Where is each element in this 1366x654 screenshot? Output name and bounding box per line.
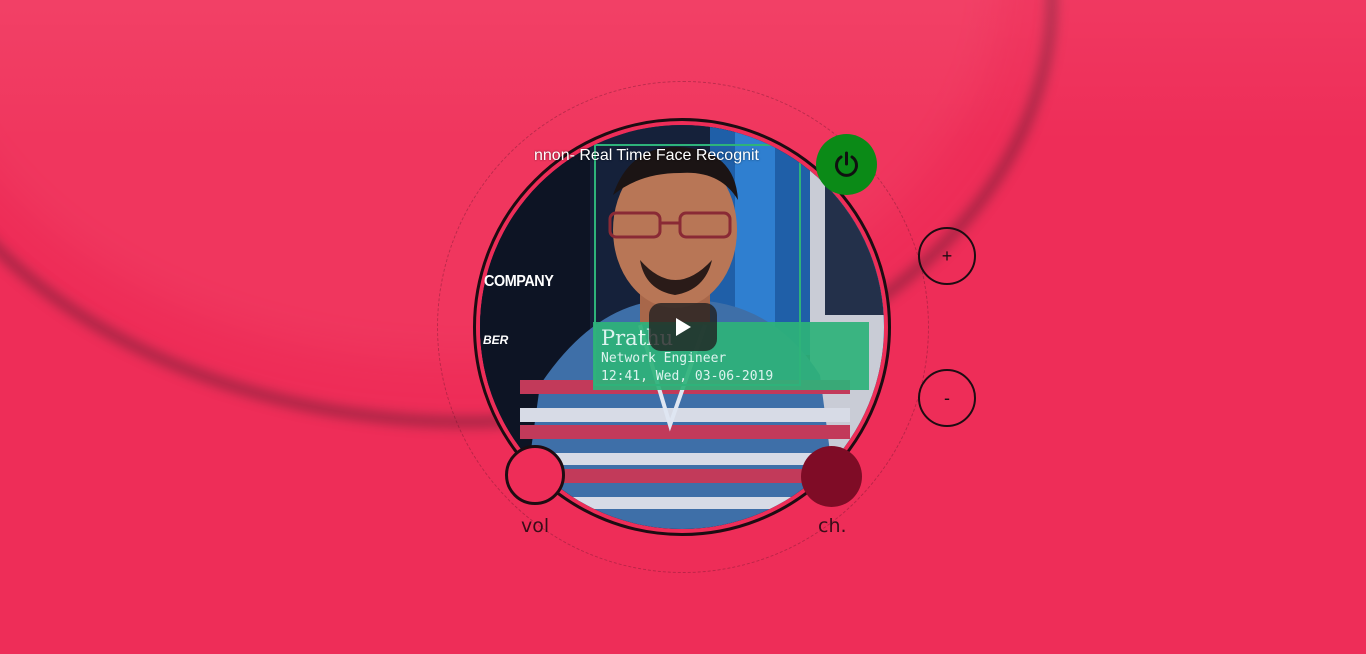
- play-icon: [676, 318, 691, 336]
- volume-label: vol: [521, 515, 550, 537]
- channel-knob[interactable]: [801, 446, 862, 507]
- tv-remote-stage: COMPANY BER Prathu Network Engineer 12:4…: [0, 0, 1366, 654]
- play-button[interactable]: [649, 303, 717, 351]
- minus-button[interactable]: -: [918, 369, 976, 427]
- background-company-text: COMPANY: [484, 273, 554, 290]
- face-recognition-label: Prathu Network Engineer 12:41, Wed, 03-0…: [593, 322, 869, 390]
- video-title[interactable]: nnon- Real Time Face Recognit: [534, 147, 812, 165]
- recognized-role: Network Engineer: [601, 351, 727, 366]
- power-icon: [835, 151, 858, 177]
- power-button[interactable]: [816, 134, 877, 195]
- plus-button[interactable]: +: [918, 227, 976, 285]
- volume-knob[interactable]: [505, 445, 565, 505]
- recognition-timestamp: 12:41, Wed, 03-06-2019: [601, 369, 774, 384]
- channel-label: ch.: [818, 515, 847, 537]
- background-ber-text: BER: [483, 333, 509, 347]
